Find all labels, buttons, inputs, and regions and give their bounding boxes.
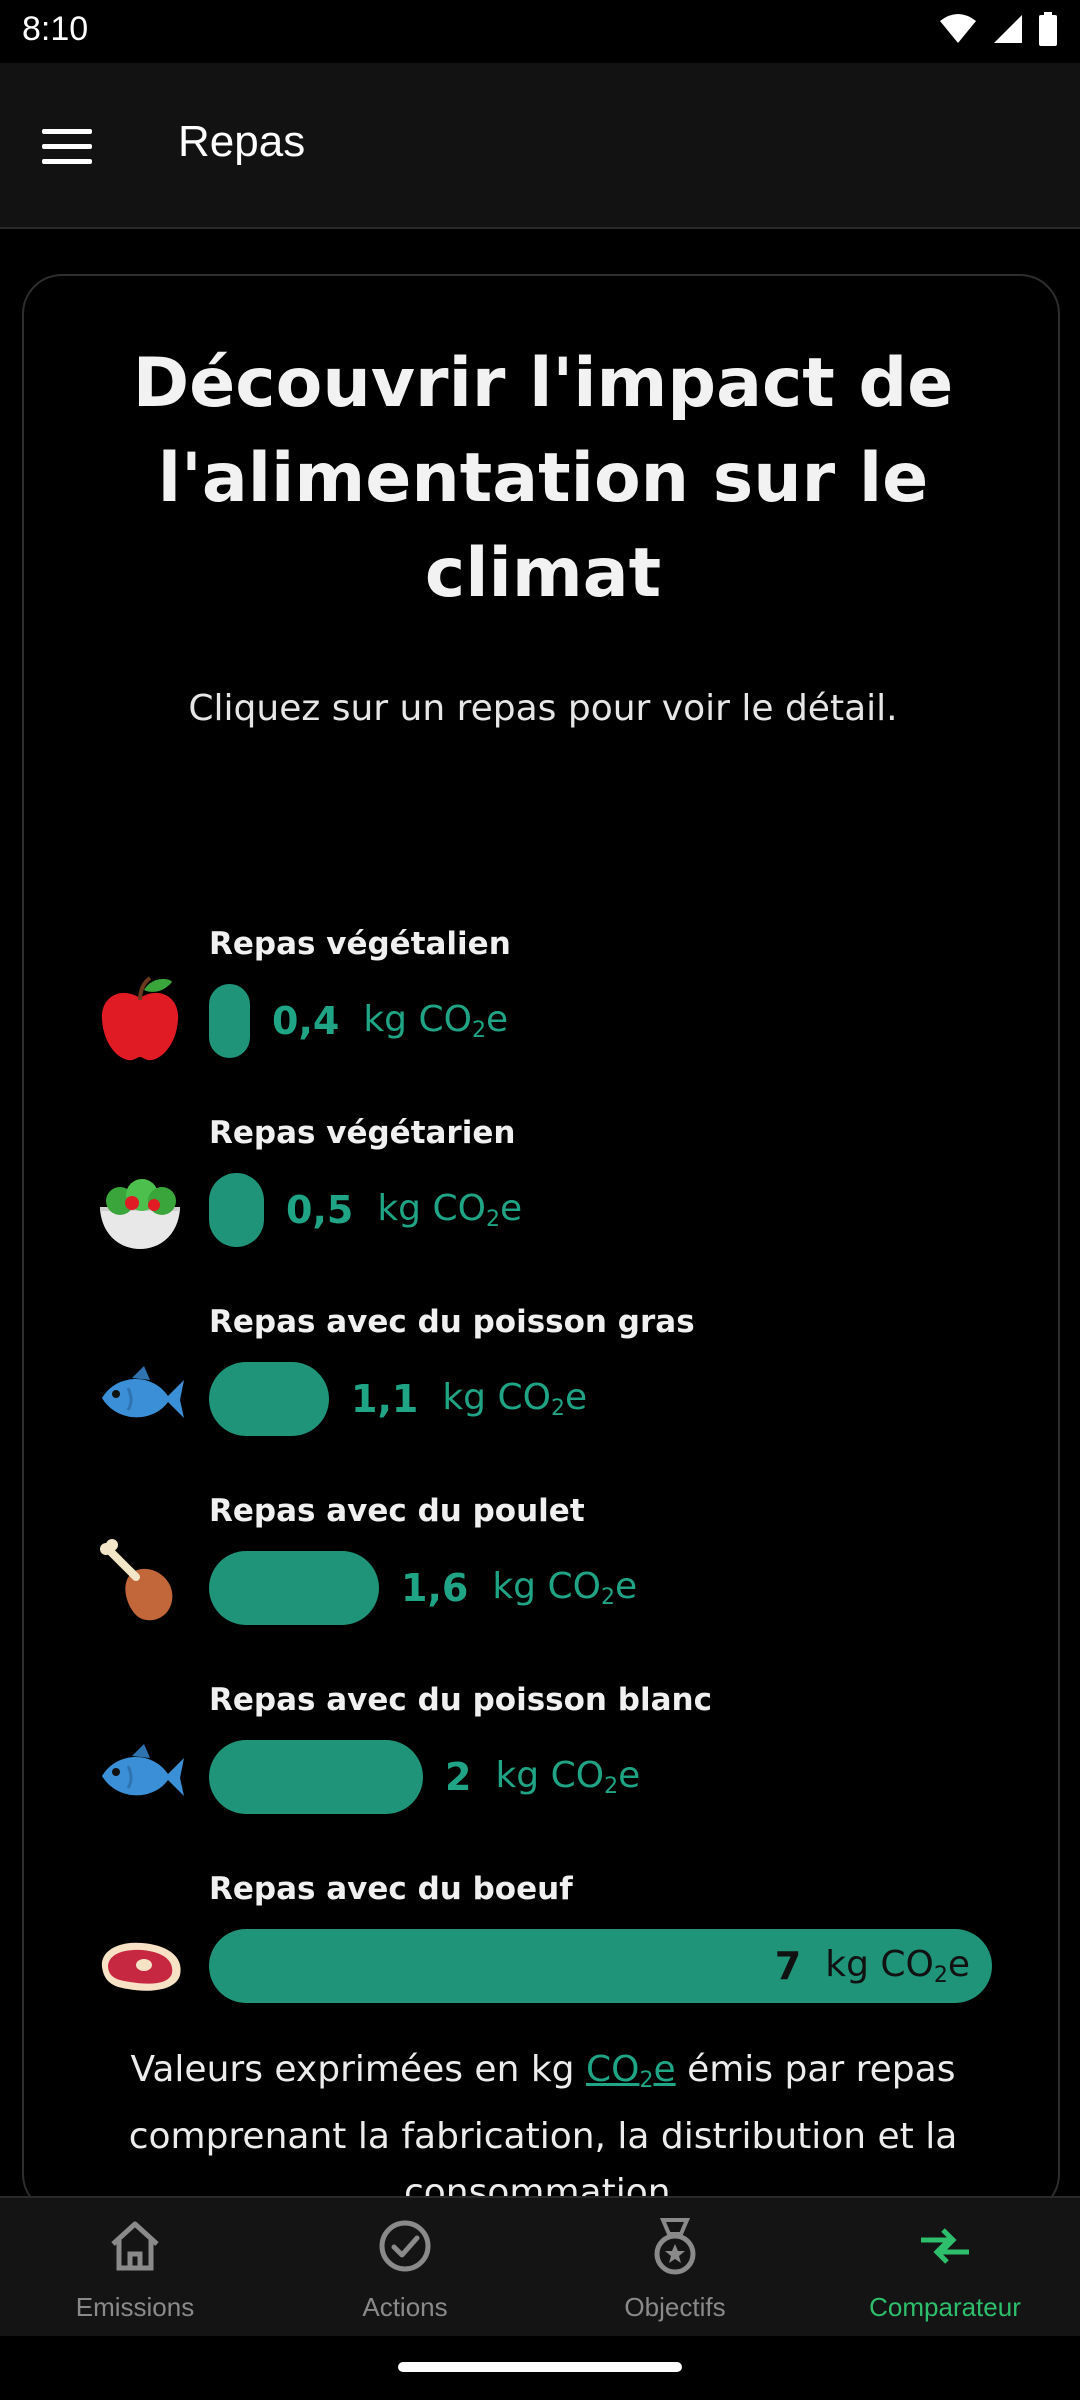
nav-item-emissions[interactable]: Emissions — [0, 2198, 270, 2336]
poultry-leg-icon — [100, 1539, 173, 1621]
check-circle-icon — [379, 2220, 431, 2272]
nav-item-objectifs[interactable]: Objectifs — [540, 2198, 810, 2336]
meal-item-vegan[interactable]: Repas végétalien 0,4 kg CO2e — [24, 926, 1058, 1106]
nav-label: Emissions — [75, 2292, 195, 2322]
fish-icon — [102, 1366, 184, 1418]
meal-item-beef[interactable]: Repas avec du boeuf 7 kg CO2e — [24, 1871, 1058, 2051]
emission-unit: kg CO2e — [825, 1944, 970, 1988]
medal-icon — [654, 2218, 696, 2275]
emission-value: 1,6 — [401, 1566, 469, 1610]
meal-item-white-fish[interactable]: Repas avec du poisson blanc 2 kg CO2e — [24, 1682, 1058, 1862]
status-bar: 8:10 — [0, 0, 1080, 63]
fish-icon — [102, 1744, 184, 1796]
co2e-link[interactable]: CO2e — [586, 2049, 676, 2093]
card-subtitle: Cliquez sur un repas pour voir le détail… — [188, 688, 898, 729]
home-icon — [111, 2221, 159, 2271]
emission-bar — [209, 1173, 264, 1247]
emission-value: 0,4 — [272, 999, 340, 1043]
emission-unit: kg CO2e — [442, 1377, 588, 1421]
compare-arrows-icon — [921, 2228, 969, 2264]
nav-label: Actions — [362, 2292, 448, 2322]
meal-label: Repas avec du poisson gras — [209, 1304, 695, 1340]
salad-icon — [100, 1179, 180, 1249]
meal-label: Repas avec du poisson blanc — [209, 1682, 712, 1718]
emission-bar — [209, 1362, 329, 1436]
comparator-card: Découvrir l'impact de l'alimentation sur… — [22, 274, 1060, 2214]
emission-bar: 7 kg CO2e — [209, 1929, 992, 2003]
emission-bar — [209, 1740, 423, 1814]
nav-item-comparateur[interactable]: Comparateur — [810, 2198, 1080, 2336]
status-icons — [938, 12, 1058, 46]
meal-label: Repas avec du poulet — [209, 1493, 585, 1529]
meal-item-oily-fish[interactable]: Repas avec du poisson gras 1,1 kg CO2e — [24, 1304, 1058, 1484]
menu-icon[interactable] — [42, 129, 92, 164]
emission-bar — [209, 984, 250, 1058]
emission-bar — [209, 1551, 379, 1625]
meal-label: Repas végétalien — [209, 926, 511, 962]
footnote: Valeurs exprimées en kg CO2e émis par re… — [128, 2049, 958, 2213]
meal-label: Repas végétarien — [209, 1115, 516, 1151]
nav-label: Comparateur — [869, 2292, 1021, 2322]
apple-icon — [101, 976, 179, 1061]
app-bar: Repas — [0, 63, 1080, 229]
emission-value: 1,1 — [351, 1377, 419, 1421]
wifi-icon — [940, 14, 976, 43]
steak-icon — [101, 1942, 181, 1991]
page-title: Repas — [178, 117, 306, 166]
home-indicator[interactable] — [398, 2362, 682, 2372]
emission-unit: kg CO2e — [377, 1188, 523, 1232]
battery-icon — [1039, 12, 1057, 46]
emission-unit: kg CO2e — [492, 1566, 638, 1610]
emission-value: 2 — [445, 1755, 472, 1799]
emission-value: 0,5 — [286, 1188, 354, 1232]
emission-unit: kg CO2e — [495, 1755, 641, 1799]
status-time: 8:10 — [22, 10, 89, 48]
cell-signal-icon — [994, 15, 1022, 43]
emission-value: 7 — [774, 1944, 802, 1988]
bottom-navigation: Emissions Actions Objectifs Comparateur — [0, 2196, 1080, 2336]
card-title: Découvrir l'impact de l'alimentation sur… — [132, 344, 954, 613]
meal-item-chicken[interactable]: Repas avec du poulet 1,6 kg CO2e — [24, 1493, 1058, 1673]
emission-unit: kg CO2e — [363, 999, 509, 1043]
nav-label: Objectifs — [624, 2292, 726, 2322]
nav-item-actions[interactable]: Actions — [270, 2198, 540, 2336]
meal-item-vegetarian[interactable]: Repas végétarien 0,5 kg CO2e — [24, 1115, 1058, 1295]
meal-label: Repas avec du boeuf — [209, 1871, 573, 1907]
